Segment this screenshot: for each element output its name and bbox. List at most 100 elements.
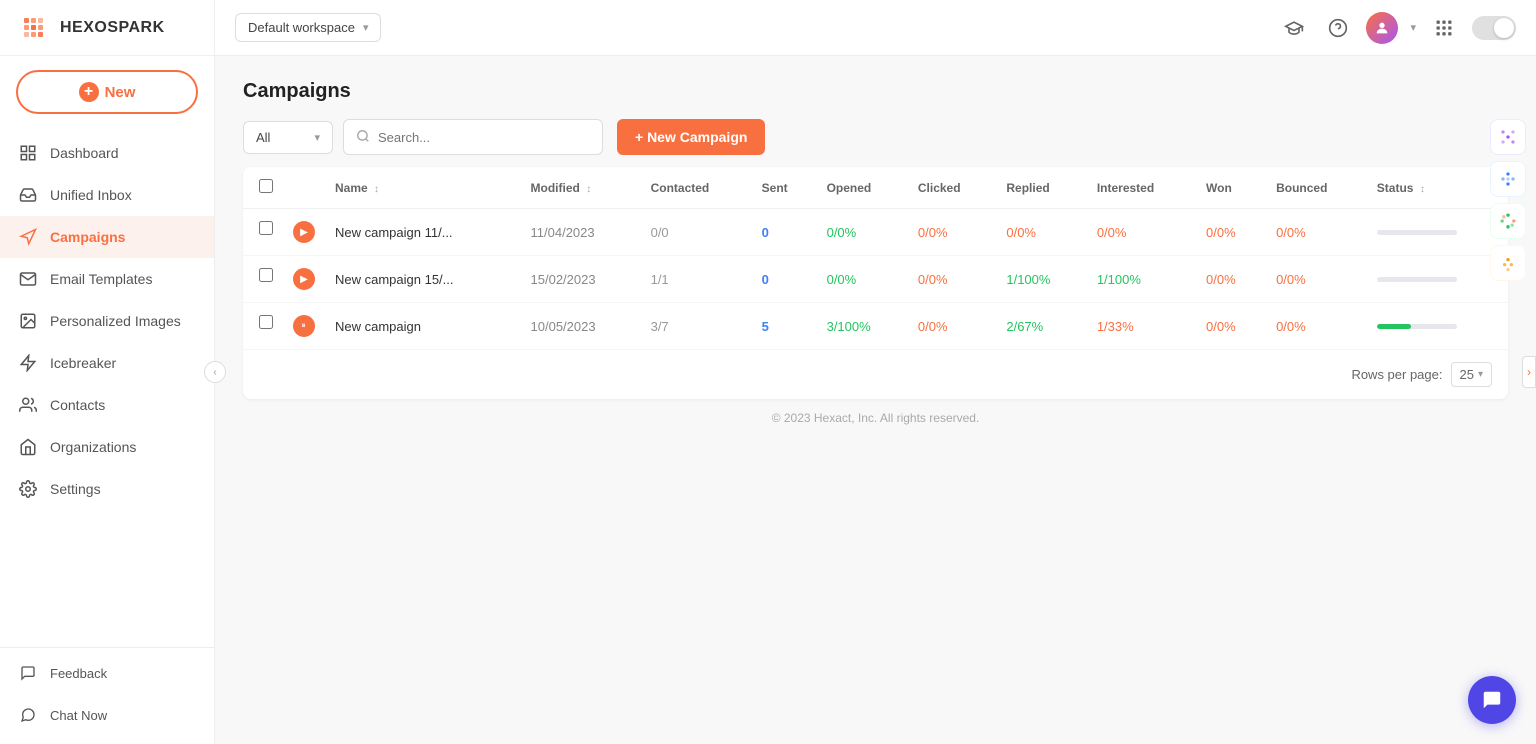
zap-icon [18, 353, 38, 373]
th-interested: Interested [1087, 167, 1196, 209]
row2-checkbox[interactable] [259, 268, 273, 282]
row1-opened: 0/0% [817, 209, 908, 256]
nav-items: Dashboard Unified Inbox Campaigns Email … [0, 128, 214, 647]
chevron-down-icon-avatar: ▾ [1410, 21, 1416, 34]
row2-status-icon-cell: ▶ [283, 256, 325, 303]
pagination-row: Rows per page: 25 ▾ [243, 350, 1508, 399]
megaphone-icon [18, 227, 38, 247]
grid-icon [18, 143, 38, 163]
right-edge-collapse-arrow[interactable]: › [1522, 356, 1536, 388]
row1-modified: 11/04/2023 [521, 209, 641, 256]
mail-icon [18, 269, 38, 289]
grid-apps-icon-button[interactable] [1428, 12, 1460, 44]
status-sort-icon: ↕ [1420, 184, 1425, 195]
search-icon [356, 129, 370, 146]
topbar: Default workspace ▾ ▾ [215, 0, 1536, 56]
modified-sort-icon: ↕ [586, 184, 591, 195]
sidebar-item-unified-inbox[interactable]: Unified Inbox [0, 174, 214, 216]
row2-play-icon[interactable]: ▶ [293, 268, 315, 290]
sidebar: HEXOSPARK + New Dashboard Unified Inbox … [0, 0, 215, 744]
users-icon [18, 395, 38, 415]
row2-won: 0/0% [1196, 256, 1266, 303]
row1-checkbox[interactable] [259, 221, 273, 235]
sidebar-collapse-button[interactable]: ‹ [204, 361, 226, 383]
sidebar-item-feedback[interactable]: Feedback [0, 652, 214, 694]
row3-contacted: 3/7 [641, 303, 752, 350]
app-name: HEXOSPARK [60, 19, 165, 37]
row3-won: 0/0% [1196, 303, 1266, 350]
workspace-selector[interactable]: Default workspace ▾ [235, 13, 381, 42]
row3-sent: 5 [752, 303, 817, 350]
gear-icon [18, 479, 38, 499]
th-modified[interactable]: Modified ↕ [521, 167, 641, 209]
sidebar-item-icebreaker[interactable]: Icebreaker [0, 342, 214, 384]
row3-checkbox-cell [243, 303, 283, 341]
th-replied: Replied [996, 167, 1086, 209]
row2-modified: 15/02/2023 [521, 256, 641, 303]
row1-play-icon[interactable]: ▶ [293, 221, 315, 243]
right-float-btn-1[interactable] [1490, 119, 1526, 155]
new-button[interactable]: + New [16, 70, 198, 114]
sidebar-item-contacts[interactable]: Contacts [0, 384, 214, 426]
row1-interested: 0/0% [1087, 209, 1196, 256]
sidebar-item-settings[interactable]: Settings [0, 468, 214, 510]
row2-contacted: 1/1 [641, 256, 752, 303]
sidebar-item-email-templates[interactable]: Email Templates [0, 258, 214, 300]
graduation-icon-button[interactable] [1278, 12, 1310, 44]
row3-checkbox[interactable] [259, 315, 273, 329]
inbox-icon [18, 185, 38, 205]
th-name[interactable]: Name ↕ [325, 167, 521, 209]
row1-name[interactable]: New campaign 11/... [325, 209, 521, 256]
row3-interested: 1/33% [1087, 303, 1196, 350]
toggle-knob [1494, 18, 1514, 38]
sidebar-item-personalized-images[interactable]: Personalized Images [0, 300, 214, 342]
campaigns-data-table: Name ↕ Modified ↕ Contacted Sent Opened … [243, 167, 1508, 350]
row3-clicked: 0/0% [908, 303, 996, 350]
row3-pause-icon[interactable]: ⏸ [293, 315, 315, 337]
page-content: Campaigns All ▾ + New Campaign [215, 56, 1536, 744]
row1-sent: 0 [752, 209, 817, 256]
right-float-btn-3[interactable] [1490, 203, 1526, 239]
right-float-btn-4[interactable] [1490, 245, 1526, 281]
row2-sent: 0 [752, 256, 817, 303]
th-checkbox [243, 167, 283, 209]
sidebar-bottom: Feedback Chat Now [0, 647, 214, 744]
name-sort-icon: ↕ [374, 184, 379, 195]
row2-name[interactable]: New campaign 15/... [325, 256, 521, 303]
row2-replied: 1/100% [996, 256, 1086, 303]
image-icon [18, 311, 38, 331]
row3-status-icon-cell: ⏸ [283, 303, 325, 350]
row3-name[interactable]: New campaign [325, 303, 521, 350]
row1-contacted: 0/0 [641, 209, 752, 256]
rows-chevron-icon: ▾ [1478, 369, 1483, 380]
th-sent: Sent [752, 167, 817, 209]
logo-area: HEXOSPARK [0, 0, 214, 56]
rows-per-page-select[interactable]: 25 ▾ [1451, 362, 1493, 387]
chat-bubble-button[interactable] [1468, 676, 1516, 724]
chevron-down-icon: ▾ [363, 21, 369, 34]
filter-dropdown[interactable]: All ▾ [243, 121, 333, 154]
new-campaign-button[interactable]: + New Campaign [617, 119, 765, 155]
th-opened: Opened [817, 167, 908, 209]
building-icon [18, 437, 38, 457]
search-input[interactable] [378, 130, 590, 145]
row3-status-bar [1367, 303, 1508, 350]
sidebar-item-dashboard[interactable]: Dashboard [0, 132, 214, 174]
th-bounced: Bounced [1266, 167, 1367, 209]
right-float-btn-2[interactable] [1490, 161, 1526, 197]
sidebar-item-organizations[interactable]: Organizations [0, 426, 214, 468]
chat-icon [18, 705, 38, 725]
row1-clicked: 0/0% [908, 209, 996, 256]
sidebar-item-chat-now[interactable]: Chat Now [0, 694, 214, 736]
th-status-icon [283, 167, 325, 209]
help-icon-button[interactable] [1322, 12, 1354, 44]
table-row: ⏸ New campaign 10/05/2023 3/7 5 3/100% 0… [243, 303, 1508, 350]
user-avatar[interactable] [1366, 12, 1398, 44]
page-title: Campaigns [243, 80, 1508, 103]
sidebar-item-campaigns[interactable]: Campaigns [0, 216, 214, 258]
row3-modified: 10/05/2023 [521, 303, 641, 350]
select-all-checkbox[interactable] [259, 179, 273, 193]
theme-toggle[interactable] [1472, 16, 1516, 40]
row3-bounced: 0/0% [1266, 303, 1367, 350]
right-float-panel [1486, 111, 1530, 289]
